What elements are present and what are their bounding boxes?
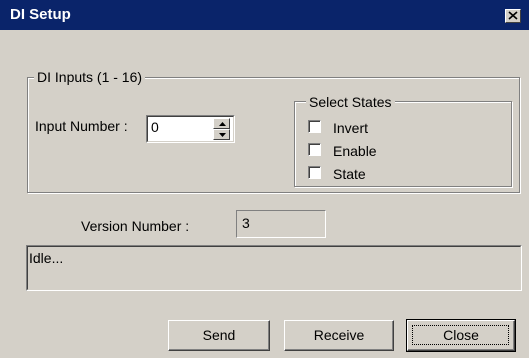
version-number-label: Version Number : [81,218,190,234]
status-box: Idle... [26,245,522,291]
close-button[interactable]: Close [406,319,516,352]
di-inputs-legend: DI Inputs (1 - 16) [34,69,146,85]
title-bar: DI Setup [0,0,529,30]
arrow-up-icon [219,122,226,126]
version-number-field: 3 [236,210,326,238]
enable-label: Enable [333,143,377,159]
focus-rectangle [412,325,509,345]
receive-button-label: Receive [313,327,365,343]
select-states-group [294,101,512,187]
window-title: DI Setup [10,6,71,23]
close-window-button[interactable] [505,9,521,23]
enable-checkbox[interactable] [308,143,321,156]
select-states-legend: Select States [306,94,395,110]
input-number-field[interactable]: 0 [146,115,235,143]
version-number-value: 3 [242,215,250,231]
invert-checkbox[interactable] [308,120,321,133]
state-label: State [333,166,366,182]
input-number-value: 0 [151,119,159,135]
spin-down-button[interactable] [213,129,230,140]
input-number-label: Input Number : [35,118,128,134]
spin-up-button[interactable] [213,118,230,129]
close-icon [508,11,518,20]
arrow-down-icon [219,133,226,137]
state-checkbox[interactable] [308,166,321,179]
status-text: Idle... [29,250,64,266]
send-button-label: Send [202,327,236,343]
receive-button[interactable]: Receive [284,320,394,351]
send-button[interactable]: Send [168,320,270,351]
invert-label: Invert [333,120,369,136]
